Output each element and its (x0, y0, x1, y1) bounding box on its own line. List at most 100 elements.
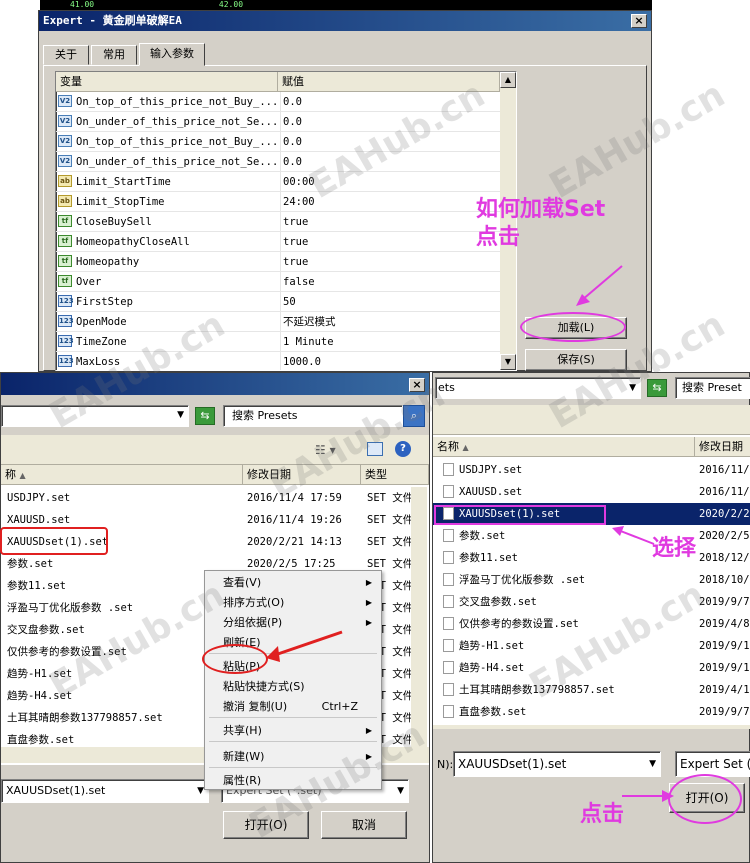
param-row[interactable]: V2 On_top_of_this_price_not_Buy_... 0.0 (56, 132, 500, 152)
file-row[interactable]: 趋势-H1.set 2019/9/10 (433, 635, 750, 657)
col-header-date[interactable]: 修改日期 (695, 437, 750, 457)
param-row[interactable]: V2 On_under_of_this_price_not_Se... 0.0 (56, 112, 500, 132)
param-value[interactable]: false (280, 272, 498, 291)
scroll-down-icon[interactable]: ▼ (500, 354, 516, 370)
context-menu-item[interactable]: 新建(W) ▶ (205, 747, 380, 767)
param-row[interactable]: tf HomeopathyCloseAll true (56, 232, 500, 252)
tab-about[interactable]: 关于 (43, 45, 89, 65)
param-row[interactable]: tf Homeopathy true (56, 252, 500, 272)
file-row[interactable]: 参数11.set 2018/12/1 (433, 547, 750, 569)
context-menu-item[interactable]: 撤消 复制(U) Ctrl+Z (205, 697, 380, 717)
param-value[interactable]: 1 Minute (280, 332, 498, 351)
file-name: 参数11.set (459, 552, 518, 564)
param-value[interactable]: true (280, 212, 498, 231)
file-row[interactable]: 仅供参考的参数设置.set 2019/4/8 (433, 613, 750, 635)
view-icon[interactable]: ☷ ▾ (315, 443, 336, 457)
col-header-name[interactable]: 称 ▲ (1, 465, 243, 485)
file-row[interactable]: XAUUSD.set 2016/11/4 (433, 481, 750, 503)
param-type-icon: 123 (58, 335, 74, 347)
file-row[interactable]: 土耳其晴朗参数137798857.set 2019/4/12 (433, 679, 750, 701)
col-header-value[interactable]: 赋值 (278, 72, 500, 92)
context-menu-item[interactable]: 粘贴快捷方式(S) (205, 677, 380, 697)
right-path-combo[interactable]: ets ▼ (435, 377, 641, 399)
right-hscroll[interactable] (433, 725, 750, 729)
param-row[interactable]: 123 TimeZone 1 Minute (56, 332, 500, 352)
file-date: 2016/11/4 17:59 (247, 492, 342, 504)
right-search-input[interactable]: 搜索 Preset (675, 377, 750, 399)
left-cancel-button[interactable]: 取消 (321, 811, 407, 839)
file-name: 参数.set (459, 530, 506, 542)
col-header-variable[interactable]: 变量 (56, 72, 278, 92)
param-row[interactable]: V2 On_top_of_this_price_not_Buy_... 0.0 (56, 92, 500, 112)
file-row[interactable]: 交叉盘参数.set 2019/9/7 (433, 591, 750, 613)
param-value[interactable]: 不延迟模式 (280, 312, 498, 331)
refresh-icon[interactable]: ⇆ (647, 379, 667, 397)
left-filename-input[interactable]: XAUUSDset(1).set ▼ (1, 779, 209, 803)
chevron-down-icon[interactable]: ▼ (649, 752, 656, 776)
param-value[interactable]: true (280, 252, 498, 271)
right-filter-select[interactable]: Expert Set (* (675, 751, 750, 777)
file-row[interactable]: 参数.set 2020/2/5 (433, 525, 750, 547)
file-name: XAUUSD.set (459, 486, 523, 498)
param-value[interactable]: 1000.0 (280, 352, 498, 370)
col-header-type[interactable]: 类型 (361, 465, 429, 485)
param-value[interactable]: 0.0 (280, 152, 498, 171)
params-grid: 变量 赋值 V2 On_top_of_this_price_not_Buy_..… (55, 71, 517, 371)
left-open-button[interactable]: 打开(O) (223, 811, 309, 839)
chevron-down-icon[interactable]: ▼ (197, 780, 204, 802)
col-header-date[interactable]: 修改日期 (243, 465, 361, 485)
left-dialog-titlebar (1, 373, 429, 395)
menu-separator (209, 767, 377, 768)
search-icon[interactable]: ⌕ (403, 405, 425, 427)
context-menu-item[interactable]: 共享(H) ▶ (205, 721, 380, 741)
file-date: 2020/2/21 (699, 508, 750, 520)
param-row[interactable]: tf Over false (56, 272, 500, 292)
param-row[interactable]: 123 OpenMode 不延迟模式 (56, 312, 500, 332)
param-value[interactable]: 00:00 (280, 172, 498, 191)
annotation-click-label: 点击 (580, 802, 625, 827)
file-row[interactable]: 浮盈马丁优化版参数 .set 2018/10/2 (433, 569, 750, 591)
left-path-combo[interactable]: ▼ (1, 405, 189, 427)
context-menu-item[interactable]: 查看(V) ▶ (205, 573, 380, 593)
param-type-icon: 123 (58, 295, 74, 307)
param-value[interactable]: 50 (280, 292, 498, 311)
file-name: 趋势-H4.set (7, 690, 73, 702)
param-row[interactable]: 123 MaxLoss 1000.0 (56, 352, 500, 370)
param-type-icon: tf (58, 215, 72, 227)
left-vscroll[interactable] (411, 487, 427, 747)
param-value[interactable]: 0.0 (280, 92, 498, 111)
file-row[interactable]: 直盘参数.set 2019/9/7 (433, 701, 750, 723)
col-header-name[interactable]: 名称 ▲ (433, 437, 695, 457)
file-name: 仅供参考的参数设置.set (7, 646, 127, 658)
param-row[interactable]: 123 FirstStep 50 (56, 292, 500, 312)
left-search-input[interactable]: 搜索 Presets (223, 405, 403, 427)
file-row[interactable]: 趋势-H4.set 2019/9/10 (433, 657, 750, 679)
file-row[interactable]: USDJPY.set 2016/11/4 (433, 459, 750, 481)
file-icon (443, 551, 454, 564)
right-filename-input[interactable]: XAUUSDset(1).set ▼ (453, 751, 661, 777)
context-menu-item[interactable]: 属性(R) (205, 771, 380, 791)
param-value[interactable]: true (280, 232, 498, 251)
param-row[interactable]: tf CloseBuySell true (56, 212, 500, 232)
chevron-down-icon[interactable]: ▼ (177, 410, 184, 420)
menu-item-label: 新建(W) (223, 750, 265, 763)
scroll-up-icon[interactable]: ▲ (500, 72, 516, 88)
help-icon[interactable]: ? (395, 441, 411, 457)
preview-pane-icon[interactable] (367, 442, 383, 456)
param-value[interactable]: 24:00 (280, 192, 498, 211)
tab-inputs[interactable]: 输入参数 (139, 43, 205, 66)
file-row[interactable]: USDJPY.set 2016/11/4 17:59 SET 文件 (1, 487, 411, 509)
param-value[interactable]: 0.0 (280, 132, 498, 151)
refresh-icon[interactable]: ⇆ (195, 407, 215, 425)
close-icon[interactable]: × (409, 378, 425, 392)
param-row[interactable]: ab Limit_StartTime 00:00 (56, 172, 500, 192)
context-menu-item[interactable]: 排序方式(O) ▶ (205, 593, 380, 613)
param-row[interactable]: V2 On_under_of_this_price_not_Se... 0.0 (56, 152, 500, 172)
param-value[interactable]: 0.0 (280, 112, 498, 131)
param-row[interactable]: ab Limit_StopTime 24:00 (56, 192, 500, 212)
chevron-down-icon[interactable]: ▼ (629, 378, 636, 398)
save-button[interactable]: 保存(S) (525, 349, 627, 371)
chevron-down-icon[interactable]: ▼ (397, 780, 404, 802)
tab-common[interactable]: 常用 (91, 45, 137, 65)
close-icon[interactable]: × (631, 14, 647, 28)
